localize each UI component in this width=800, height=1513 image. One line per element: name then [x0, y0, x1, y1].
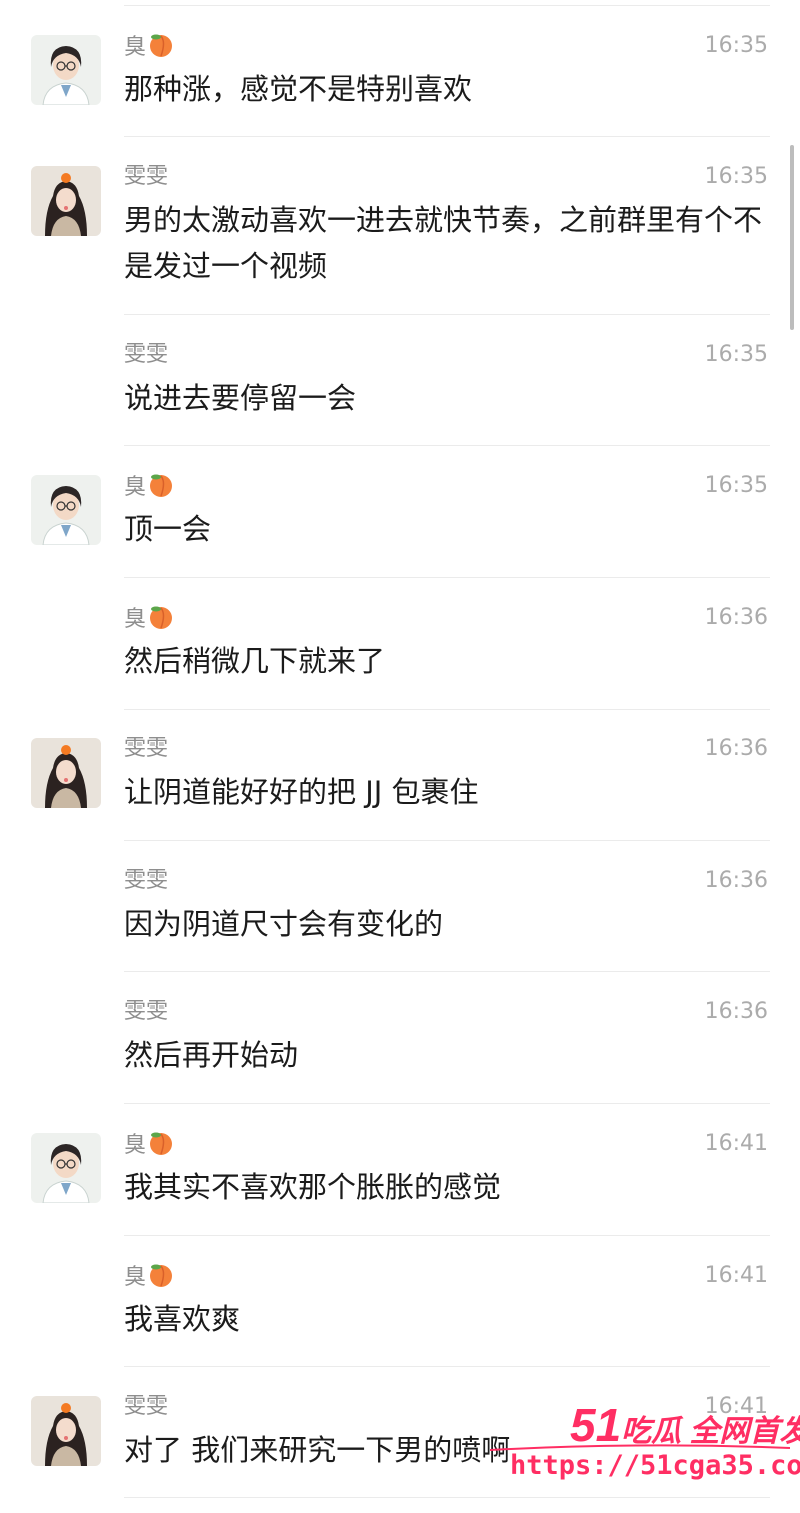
watermark-logo: 51吃瓜 全网首发 https://51cga35.com [490, 1398, 800, 1508]
sender-name: 雯雯 [124, 342, 169, 367]
sender-name: 雯雯 [124, 999, 169, 1024]
peach-icon [148, 472, 174, 506]
divider [124, 5, 770, 6]
watermark-url: https://51cga35.com [510, 1450, 800, 1481]
sender-name: 雯雯 [124, 1394, 169, 1419]
message-text: 说进去要停留一会 [124, 381, 357, 415]
sender-name: 臭 [124, 1262, 174, 1296]
avatar-doctor[interactable] [31, 1133, 101, 1203]
message-text: 那种涨，感觉不是特别喜欢 [124, 72, 473, 106]
peach-icon [148, 1262, 174, 1296]
message-time: 16:41 [704, 1263, 768, 1288]
sender-name: 雯雯 [124, 868, 169, 893]
message-time: 16:41 [704, 1131, 768, 1156]
sender-name: 臭 [124, 32, 174, 66]
message-time: 16:36 [704, 736, 768, 761]
message-text: 男的太激动喜欢一进去就快节奏，之前群里有个不是发过一个视频 [124, 203, 763, 283]
avatar-girl[interactable] [31, 738, 101, 808]
divider [124, 709, 770, 710]
message-text: 顶一会 [124, 512, 212, 546]
peach-icon [148, 32, 174, 66]
sender-name: 臭 [124, 604, 174, 638]
divider [124, 136, 770, 137]
message-time: 16:35 [704, 473, 768, 498]
message-text: 然后稍微几下就来了 [124, 644, 386, 678]
sender-name: 臭 [124, 1130, 174, 1164]
message-text: 我喜欢爽 [124, 1302, 241, 1336]
message-time: 16:36 [704, 605, 768, 630]
message-time: 16:35 [704, 33, 768, 58]
peach-icon [148, 604, 174, 638]
message-text: 我其实不喜欢那个胀胀的感觉 [124, 1170, 502, 1204]
sender-name: 臭 [124, 472, 174, 506]
sender-name: 雯雯 [124, 736, 169, 761]
sender-name: 雯雯 [124, 164, 169, 189]
message-text: 让阴道能好好的把 JJ 包裹住 [124, 775, 479, 809]
divider [124, 1366, 770, 1367]
message-text: 因为阴道尺寸会有变化的 [124, 907, 444, 941]
divider [124, 1235, 770, 1236]
divider [124, 314, 770, 315]
message-text: 然后再开始动 [124, 1038, 299, 1072]
scrollbar[interactable] [790, 145, 794, 330]
divider [124, 840, 770, 841]
message-time: 16:35 [704, 164, 768, 189]
avatar-girl[interactable] [31, 1396, 101, 1466]
message-time: 16:35 [704, 342, 768, 367]
divider [124, 577, 770, 578]
message-time: 16:36 [704, 999, 768, 1024]
message-time: 16:36 [704, 868, 768, 893]
divider [124, 445, 770, 446]
avatar-doctor[interactable] [31, 35, 101, 105]
divider [124, 971, 770, 972]
divider [124, 1103, 770, 1104]
avatar-girl[interactable] [31, 166, 101, 236]
avatar-doctor[interactable] [31, 475, 101, 545]
peach-icon [148, 1130, 174, 1164]
